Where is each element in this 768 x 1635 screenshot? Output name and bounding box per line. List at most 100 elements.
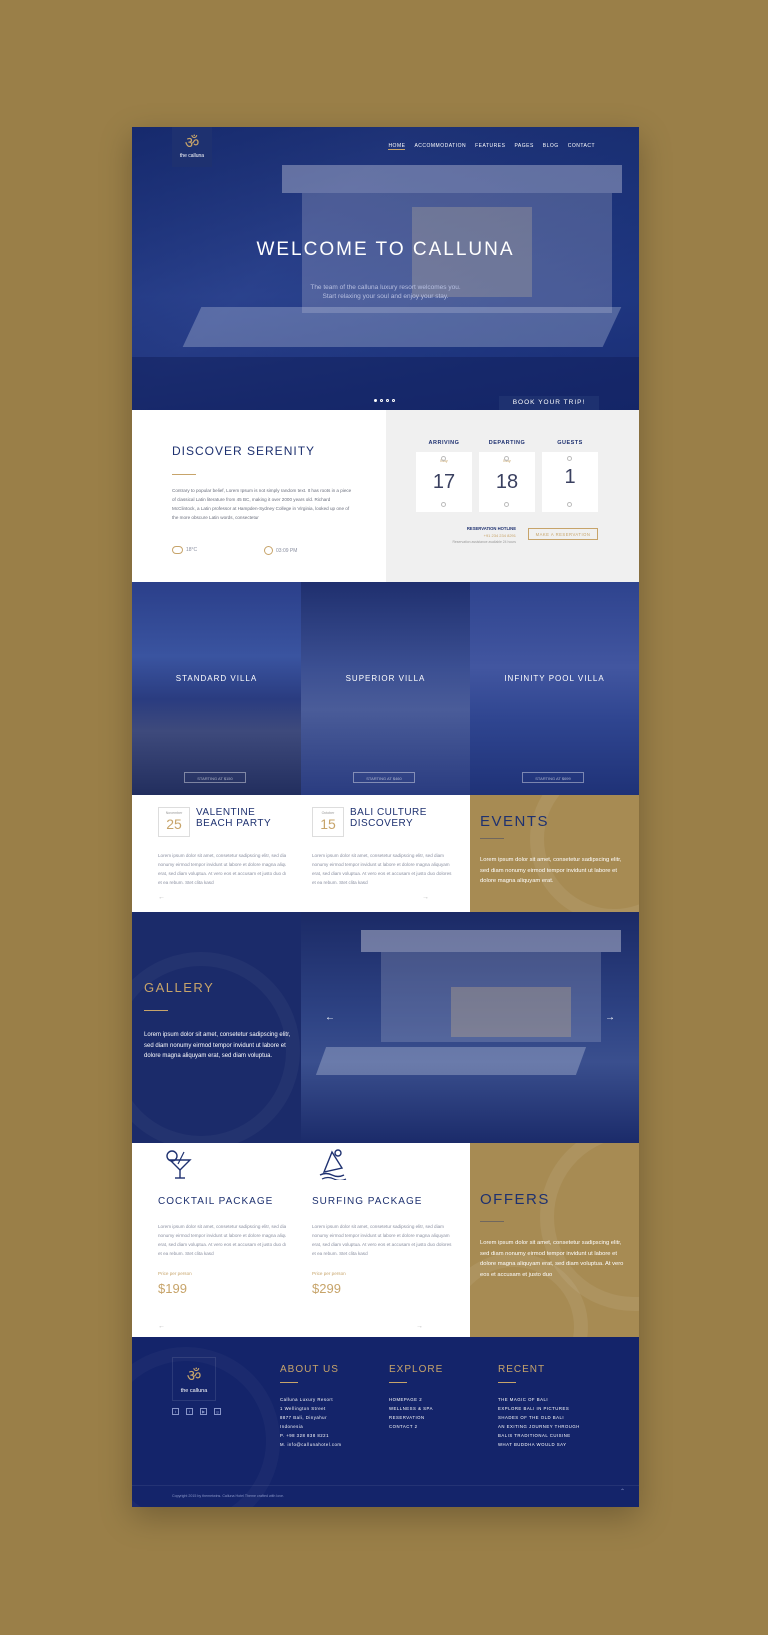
package-card[interactable]: COCKTAIL PACKAGE Lorem ipsum dolor sit a… <box>132 1143 297 1337</box>
hero-section: ॐ the calluna HOME ACCOMMODATION FEATURE… <box>132 127 639 410</box>
package-text: Lorem ipsum dolor sit amet, consetetur s… <box>312 1224 452 1256</box>
om-logo-icon: ॐ <box>184 133 200 152</box>
google-plus-icon[interactable]: g <box>214 1408 221 1415</box>
arrow-left-icon[interactable]: ← <box>158 1323 165 1330</box>
arriving-picker: ARRIVING May 17 <box>416 440 472 512</box>
events-title: EVENTS <box>480 813 550 830</box>
footer-divider <box>132 1485 639 1486</box>
chevron-down-icon[interactable] <box>441 502 446 507</box>
make-reservation-button[interactable]: MAKE A RESERVATION <box>528 528 598 540</box>
arrow-right-icon[interactable]: → <box>605 1012 615 1023</box>
scroll-top-icon[interactable]: ⌃ <box>620 1488 625 1495</box>
arrow-left-icon[interactable]: ← <box>158 894 165 901</box>
book-trip-button[interactable]: BOOK YOUR TRIP! <box>499 396 599 410</box>
about-list: Calluna Luxury Resort 1 Wellington Stree… <box>280 1395 342 1449</box>
nav-home[interactable]: HOME <box>388 143 406 150</box>
about-line: P. +98 328 838 8221 <box>280 1433 329 1438</box>
recent-post-link[interactable]: WHAT BUDDHA WOULD SAY <box>498 1440 580 1449</box>
explore-link[interactable]: HOMEPAGE 2 <box>389 1395 443 1404</box>
about-line: Indonesia <box>280 1424 304 1429</box>
chevron-down-icon[interactable] <box>567 502 572 507</box>
facebook-icon[interactable]: f <box>186 1408 193 1415</box>
hero-subtitle: The team of the calluna luxury resort we… <box>132 283 639 301</box>
page-container: ॐ the calluna HOME ACCOMMODATION FEATURE… <box>132 127 639 1507</box>
about-title: ABOUT US <box>280 1364 339 1375</box>
nav-contact[interactable]: CONTACT <box>568 143 595 150</box>
villa-title: STANDARD VILLA <box>175 674 258 683</box>
slider-dot[interactable] <box>380 399 383 402</box>
event-text: Lorem ipsum dolor sit amet, consetetur s… <box>158 853 298 885</box>
arrow-right-icon[interactable]: → <box>416 1323 423 1330</box>
arriving-date-card[interactable]: May 17 <box>416 452 472 512</box>
recent-post-link[interactable]: THE MAGIC OF BALI <box>498 1395 580 1404</box>
slider-dot[interactable] <box>386 399 389 402</box>
weather-widget: 18°C <box>172 546 197 554</box>
nav-pages[interactable]: PAGES <box>514 143 533 150</box>
guests-card[interactable]: 1 <box>542 452 598 512</box>
hotline-phone[interactable]: +91 234 234 8291 <box>446 533 516 538</box>
villa-card-infinity-pool[interactable]: INFINITY POOL VILLA STARTING AT $699 <box>470 582 639 795</box>
gallery-image-light <box>451 987 571 1037</box>
event-card[interactable]: November 25 VALENTINE BEACH PARTY Lorem … <box>132 795 297 912</box>
package-title: SURFING PACKAGE <box>312 1196 423 1207</box>
hero-subtitle-line-2: Start relaxing your soul and enjoy your … <box>322 293 449 300</box>
nav-features[interactable]: FEATURES <box>475 143 505 150</box>
villa-price-button[interactable]: STARTING AT $150 <box>184 772 246 783</box>
explore-list: HOMEPAGE 2 WELLNESS & SPA RESERVATION CO… <box>389 1395 443 1431</box>
booking-widget: ARRIVING May 17 DEPARTING May 18 GUESTS <box>386 410 639 582</box>
villa-card-superior[interactable]: SUPERIOR VILLA STARTING AT $460 <box>301 582 470 795</box>
nav-blog[interactable]: BLOG <box>543 143 559 150</box>
hero-title: WELCOME TO CALLUNA <box>256 239 515 260</box>
event-month: November <box>165 811 183 815</box>
event-text: Lorem ipsum dolor sit amet, consetetur s… <box>312 853 452 885</box>
explore-link[interactable]: RESERVATION <box>389 1413 443 1422</box>
guests-picker: GUESTS 1 <box>542 440 598 512</box>
youtube-icon[interactable]: ▶ <box>200 1408 207 1415</box>
package-card[interactable]: SURFING PACKAGE Lorem ipsum dolor sit am… <box>286 1143 451 1337</box>
explore-title: EXPLORE <box>389 1364 444 1375</box>
event-title-line-2: BEACH PARTY <box>196 818 272 829</box>
arrow-right-icon[interactable]: → <box>422 894 429 901</box>
social-links: t f ▶ g <box>172 1408 221 1415</box>
site-logo[interactable]: ॐ the calluna <box>172 127 212 167</box>
recent-post-link[interactable]: AN EXITING JOURNEY THROUGH <box>498 1422 580 1431</box>
hotline-title: RESERVATION HOTLINE <box>466 526 516 531</box>
departing-date-card[interactable]: May 18 <box>479 452 535 512</box>
footer-logo[interactable]: ॐ the calluna <box>172 1357 216 1401</box>
arrow-left-icon[interactable]: ← <box>325 1012 335 1023</box>
recent-post-link[interactable]: EXPLORE BALI IN PICTURES <box>498 1404 580 1413</box>
divider <box>498 1382 516 1383</box>
cocktail-icon <box>166 1150 192 1179</box>
about-line[interactable]: M. info@callunahotel.com <box>280 1440 342 1449</box>
recent-post-link[interactable]: SHADES OF THE OLD BALI <box>498 1413 580 1422</box>
villa-card-standard[interactable]: STANDARD VILLA STARTING AT $150 <box>132 582 301 795</box>
slider-dot[interactable] <box>392 399 395 402</box>
chevron-up-icon[interactable] <box>504 456 509 461</box>
event-month: October <box>321 811 335 815</box>
event-day: 25 <box>166 816 182 832</box>
guests-label: GUESTS <box>557 440 583 446</box>
copyright: Copyright 2015 by themetwins. Calluna Ho… <box>172 1494 284 1498</box>
chevron-down-icon[interactable] <box>504 502 509 507</box>
chevron-up-icon[interactable] <box>567 456 572 461</box>
cloud-icon <box>172 546 183 554</box>
events-text: Lorem ipsum dolor sit amet, consetetur s… <box>480 857 622 884</box>
event-card[interactable]: October 15 BALI CULTURE DISCOVERY Lorem … <box>286 795 451 912</box>
slider-dot[interactable] <box>374 399 377 402</box>
gallery-slider[interactable]: ← → <box>301 912 639 1143</box>
chevron-up-icon[interactable] <box>441 456 446 461</box>
gallery-text: Lorem ipsum dolor sit amet, consetetur s… <box>144 1032 291 1059</box>
surfing-icon <box>319 1149 347 1180</box>
divider <box>172 474 196 475</box>
recent-post-link[interactable]: BALIS TRADITIONAL CUISINE <box>498 1431 580 1440</box>
recent-list: THE MAGIC OF BALI EXPLORE BALI IN PICTUR… <box>498 1395 580 1449</box>
divider <box>480 1221 504 1222</box>
footer-explore: EXPLORE HOMEPAGE 2 WELLNESS & SPA RESERV… <box>389 1364 443 1431</box>
villa-price-button[interactable]: STARTING AT $460 <box>353 772 415 783</box>
explore-link[interactable]: WELLNESS & SPA <box>389 1404 443 1413</box>
villa-price-button[interactable]: STARTING AT $699 <box>522 772 584 783</box>
twitter-icon[interactable]: t <box>172 1408 179 1415</box>
explore-link[interactable]: CONTACT 2 <box>389 1422 443 1431</box>
event-title-line-2: DISCOVERY <box>350 818 414 829</box>
nav-accommodation[interactable]: ACCOMMODATION <box>414 143 466 150</box>
